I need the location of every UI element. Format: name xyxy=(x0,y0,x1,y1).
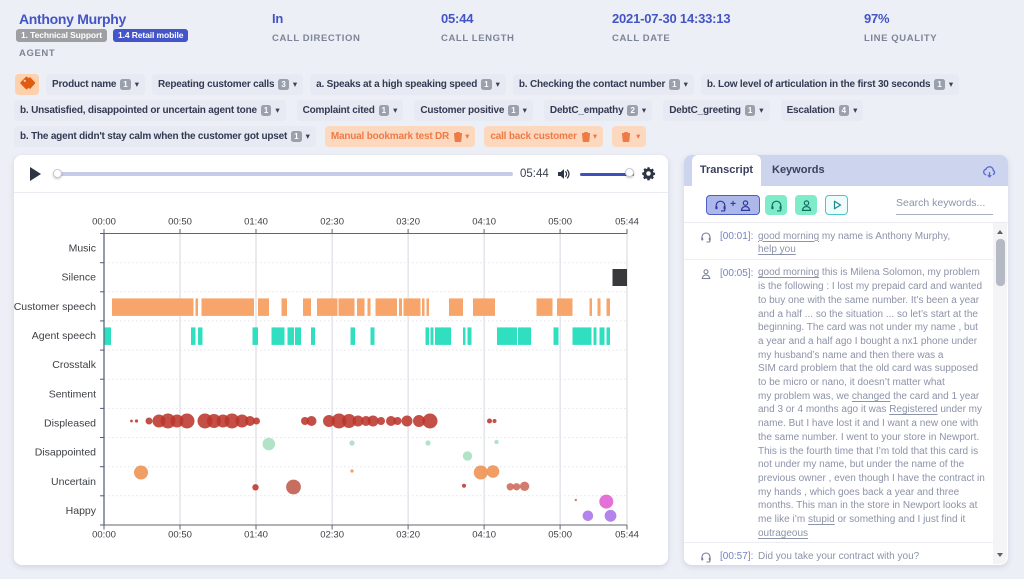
svg-text:Displeased: Displeased xyxy=(44,418,96,430)
svg-text:05:44: 05:44 xyxy=(615,530,639,541)
svg-text:00:50: 00:50 xyxy=(168,530,192,541)
svg-text:Sentiment: Sentiment xyxy=(49,388,96,400)
svg-text:00:00: 00:00 xyxy=(92,530,116,541)
svg-text:00:00: 00:00 xyxy=(92,217,116,228)
svg-text:05:44: 05:44 xyxy=(615,217,639,228)
svg-text:00:50: 00:50 xyxy=(168,217,192,228)
svg-text:04:10: 04:10 xyxy=(472,217,496,228)
svg-text:05:00: 05:00 xyxy=(548,530,572,541)
svg-text:Crosstalk: Crosstalk xyxy=(52,359,97,371)
svg-text:03:20: 03:20 xyxy=(396,217,420,228)
svg-text:02:30: 02:30 xyxy=(320,530,344,541)
svg-text:Uncertain: Uncertain xyxy=(51,476,96,488)
svg-text:02:30: 02:30 xyxy=(320,217,344,228)
svg-text:Customer speech: Customer speech xyxy=(14,301,96,313)
svg-text:01:40: 01:40 xyxy=(244,217,268,228)
svg-text:Disappointed: Disappointed xyxy=(35,447,96,459)
svg-text:Silence: Silence xyxy=(62,272,97,284)
svg-text:05:00: 05:00 xyxy=(548,217,572,228)
svg-text:03:20: 03:20 xyxy=(396,530,420,541)
svg-text:Music: Music xyxy=(69,243,96,255)
svg-text:01:40: 01:40 xyxy=(244,530,268,541)
svg-text:Happy: Happy xyxy=(66,505,97,517)
svg-text:Agent speech: Agent speech xyxy=(32,330,96,342)
svg-text:04:10: 04:10 xyxy=(472,530,496,541)
